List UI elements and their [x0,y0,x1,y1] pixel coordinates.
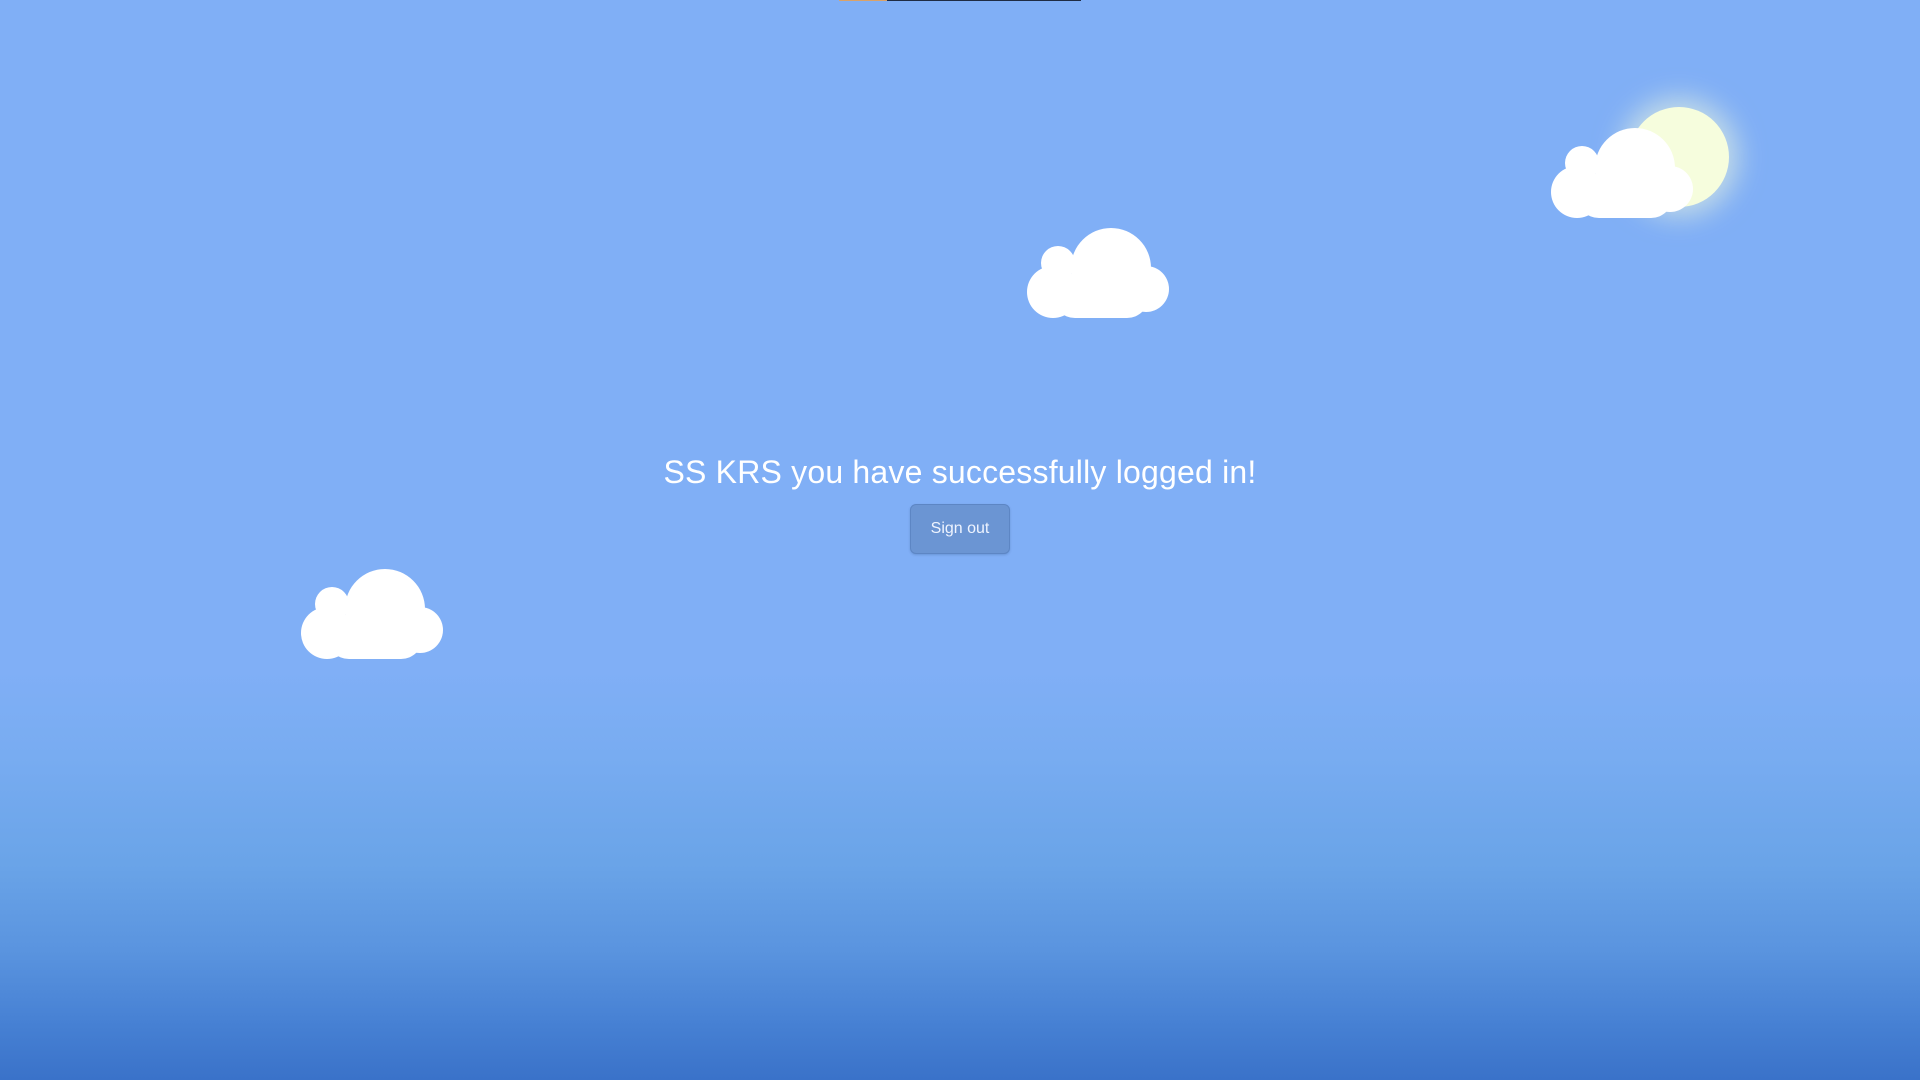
top-progress-accent [839,0,887,1]
cloud-icon [1551,128,1693,218]
login-success-message: SS KRS you have successfully logged in! [663,454,1257,490]
top-progress-bar [839,0,1081,1]
cloud-icon [1027,228,1169,318]
sign-out-button[interactable]: Sign out [910,504,1010,554]
cloud-icon [301,569,443,659]
